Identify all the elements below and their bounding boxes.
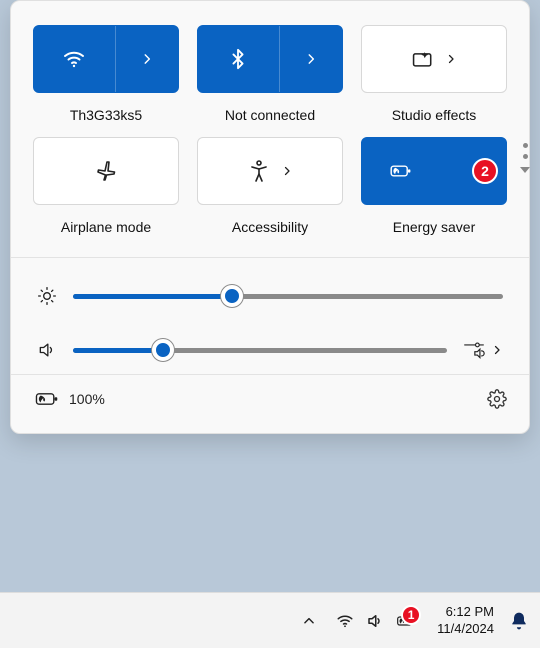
bell-icon — [509, 611, 529, 631]
clock-date: 11/4/2024 — [437, 621, 494, 637]
battery-tray-icon: 1 — [395, 611, 415, 631]
tile-bluetooth[interactable] — [197, 25, 343, 93]
dot-icon — [523, 154, 528, 159]
tile-wifi-label: Th3G33ks5 — [70, 107, 142, 123]
tile-accessibility-label: Accessibility — [232, 219, 308, 235]
chevron-right-icon — [445, 53, 457, 65]
quick-settings-tiles: Th3G33ks5 Not connected — [33, 25, 507, 235]
battery-badge: 1 — [401, 605, 421, 625]
audio-output-icon — [463, 340, 485, 360]
taskbar-clock[interactable]: 6:12 PM 11/4/2024 — [437, 604, 494, 637]
bluetooth-icon — [226, 47, 250, 71]
system-tray: 1 6:12 PM 11/4/2024 — [299, 604, 530, 637]
brightness-slider-thumb[interactable] — [221, 285, 243, 307]
tile-group-energy-saver: 2 Energy saver — [361, 137, 507, 235]
tile-bluetooth-label: Not connected — [225, 107, 315, 123]
tile-group-wifi: Th3G33ks5 — [33, 25, 179, 123]
chevron-right-icon — [140, 52, 154, 66]
tile-wifi[interactable] — [33, 25, 179, 93]
brightness-icon — [37, 286, 57, 306]
sliders-section — [33, 258, 507, 374]
accessibility-icon — [247, 159, 271, 183]
energy-saver-badge: 2 — [472, 158, 498, 184]
battery-percent-text: 100% — [69, 391, 105, 407]
energy-saver-icon — [388, 159, 412, 183]
tile-wifi-expand[interactable] — [115, 26, 178, 92]
dot-icon — [523, 143, 528, 148]
volume-slider[interactable] — [73, 348, 447, 353]
quick-settings-panel: Th3G33ks5 Not connected — [10, 0, 530, 434]
taskbar: 1 6:12 PM 11/4/2024 — [0, 592, 540, 648]
tile-bluetooth-expand[interactable] — [279, 26, 342, 92]
tile-studio-effects-label: Studio effects — [392, 107, 477, 123]
caret-down-icon — [519, 165, 531, 175]
volume-slider-thumb[interactable] — [152, 339, 174, 361]
wifi-icon — [335, 611, 355, 631]
brightness-row — [37, 286, 503, 306]
tile-group-bluetooth: Not connected — [197, 25, 343, 123]
panel-footer: 100% — [11, 374, 529, 423]
chevron-right-icon — [281, 165, 293, 177]
clock-time: 6:12 PM — [446, 604, 494, 620]
volume-output-button[interactable] — [463, 340, 503, 360]
volume-row — [37, 340, 503, 360]
tile-group-accessibility: Accessibility — [197, 137, 343, 235]
tile-group-studio-effects: Studio effects — [361, 25, 507, 123]
volume-icon — [37, 340, 57, 360]
tile-studio-effects[interactable] — [361, 25, 507, 93]
tile-energy-saver[interactable]: 2 — [361, 137, 507, 205]
tile-accessibility[interactable] — [197, 137, 343, 205]
tile-group-airplane-mode: Airplane mode — [33, 137, 179, 235]
studio-effects-icon — [411, 47, 435, 71]
battery-status[interactable]: 100% — [33, 390, 105, 408]
battery-leaf-icon — [33, 390, 59, 408]
settings-button[interactable] — [487, 389, 507, 409]
airplane-icon — [94, 159, 118, 183]
tile-airplane-mode[interactable] — [33, 137, 179, 205]
chevron-right-icon — [304, 52, 318, 66]
volume-icon — [365, 611, 385, 631]
tile-energy-saver-label: Energy saver — [393, 219, 475, 235]
overflow-indicator[interactable] — [519, 143, 531, 175]
brightness-slider[interactable] — [73, 294, 503, 299]
notifications-button[interactable] — [508, 610, 530, 632]
wifi-icon — [62, 47, 86, 71]
tray-overflow-button[interactable] — [299, 611, 319, 631]
chevron-up-icon — [302, 614, 316, 628]
gear-icon — [487, 389, 507, 409]
tray-network-volume-battery[interactable]: 1 — [327, 607, 423, 635]
tile-airplane-mode-label: Airplane mode — [61, 219, 151, 235]
chevron-right-icon — [491, 344, 503, 356]
